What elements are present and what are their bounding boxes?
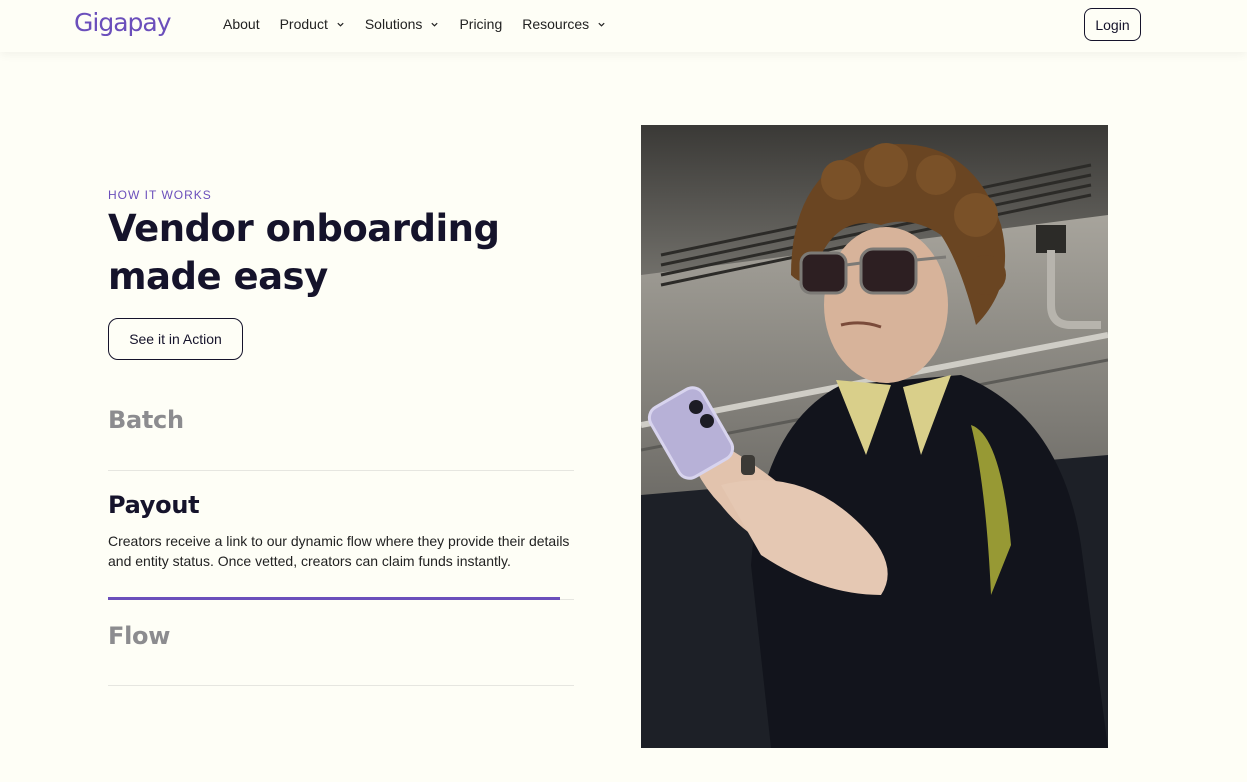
step-description: Creators receive a link to our dynamic f… — [108, 533, 570, 569]
step-tab-payout[interactable]: Payout — [108, 491, 200, 519]
nav-item-solutions[interactable]: Solutions — [365, 16, 440, 32]
nav-item-pricing[interactable]: Pricing — [459, 16, 502, 32]
nav-item-label: Solutions — [364, 16, 423, 32]
step-tab-batch[interactable]: Batch — [108, 406, 184, 434]
gigapay-logo[interactable]: Gigapay — [74, 8, 171, 37]
main-nav: About Product Solutions Pricing Resource… — [223, 16, 606, 32]
section-eyebrow: HOW IT WORKS — [108, 188, 212, 202]
nav-item-label: Resources — [522, 16, 590, 32]
chevron-down-icon — [431, 22, 439, 27]
person-using-phone-illustration — [641, 125, 1108, 748]
nav-item-label: Product — [279, 16, 328, 32]
chevron-down-icon — [337, 22, 344, 27]
see-it-in-action-button[interactable]: See it in Action — [108, 318, 243, 360]
step-progress-bar — [108, 597, 561, 600]
nav-item-product[interactable]: Product — [280, 16, 345, 32]
login-button[interactable]: Login — [1084, 8, 1141, 41]
nav-item-about[interactable]: About — [223, 16, 260, 32]
nav-item-label: About — [223, 16, 260, 32]
nav-item-label: Pricing — [459, 16, 503, 32]
top-navigation-bar: Gigapay About Product Solutions Pricing … — [0, 0, 1247, 52]
step-tab-flow[interactable]: Flow — [108, 622, 170, 650]
chevron-down-icon — [598, 22, 605, 27]
nav-item-resources[interactable]: Resources — [522, 16, 606, 32]
divider — [108, 685, 574, 686]
hero-photo — [641, 125, 1108, 748]
page-title: Vendor onboarding made easy — [108, 207, 500, 298]
divider — [108, 470, 574, 471]
